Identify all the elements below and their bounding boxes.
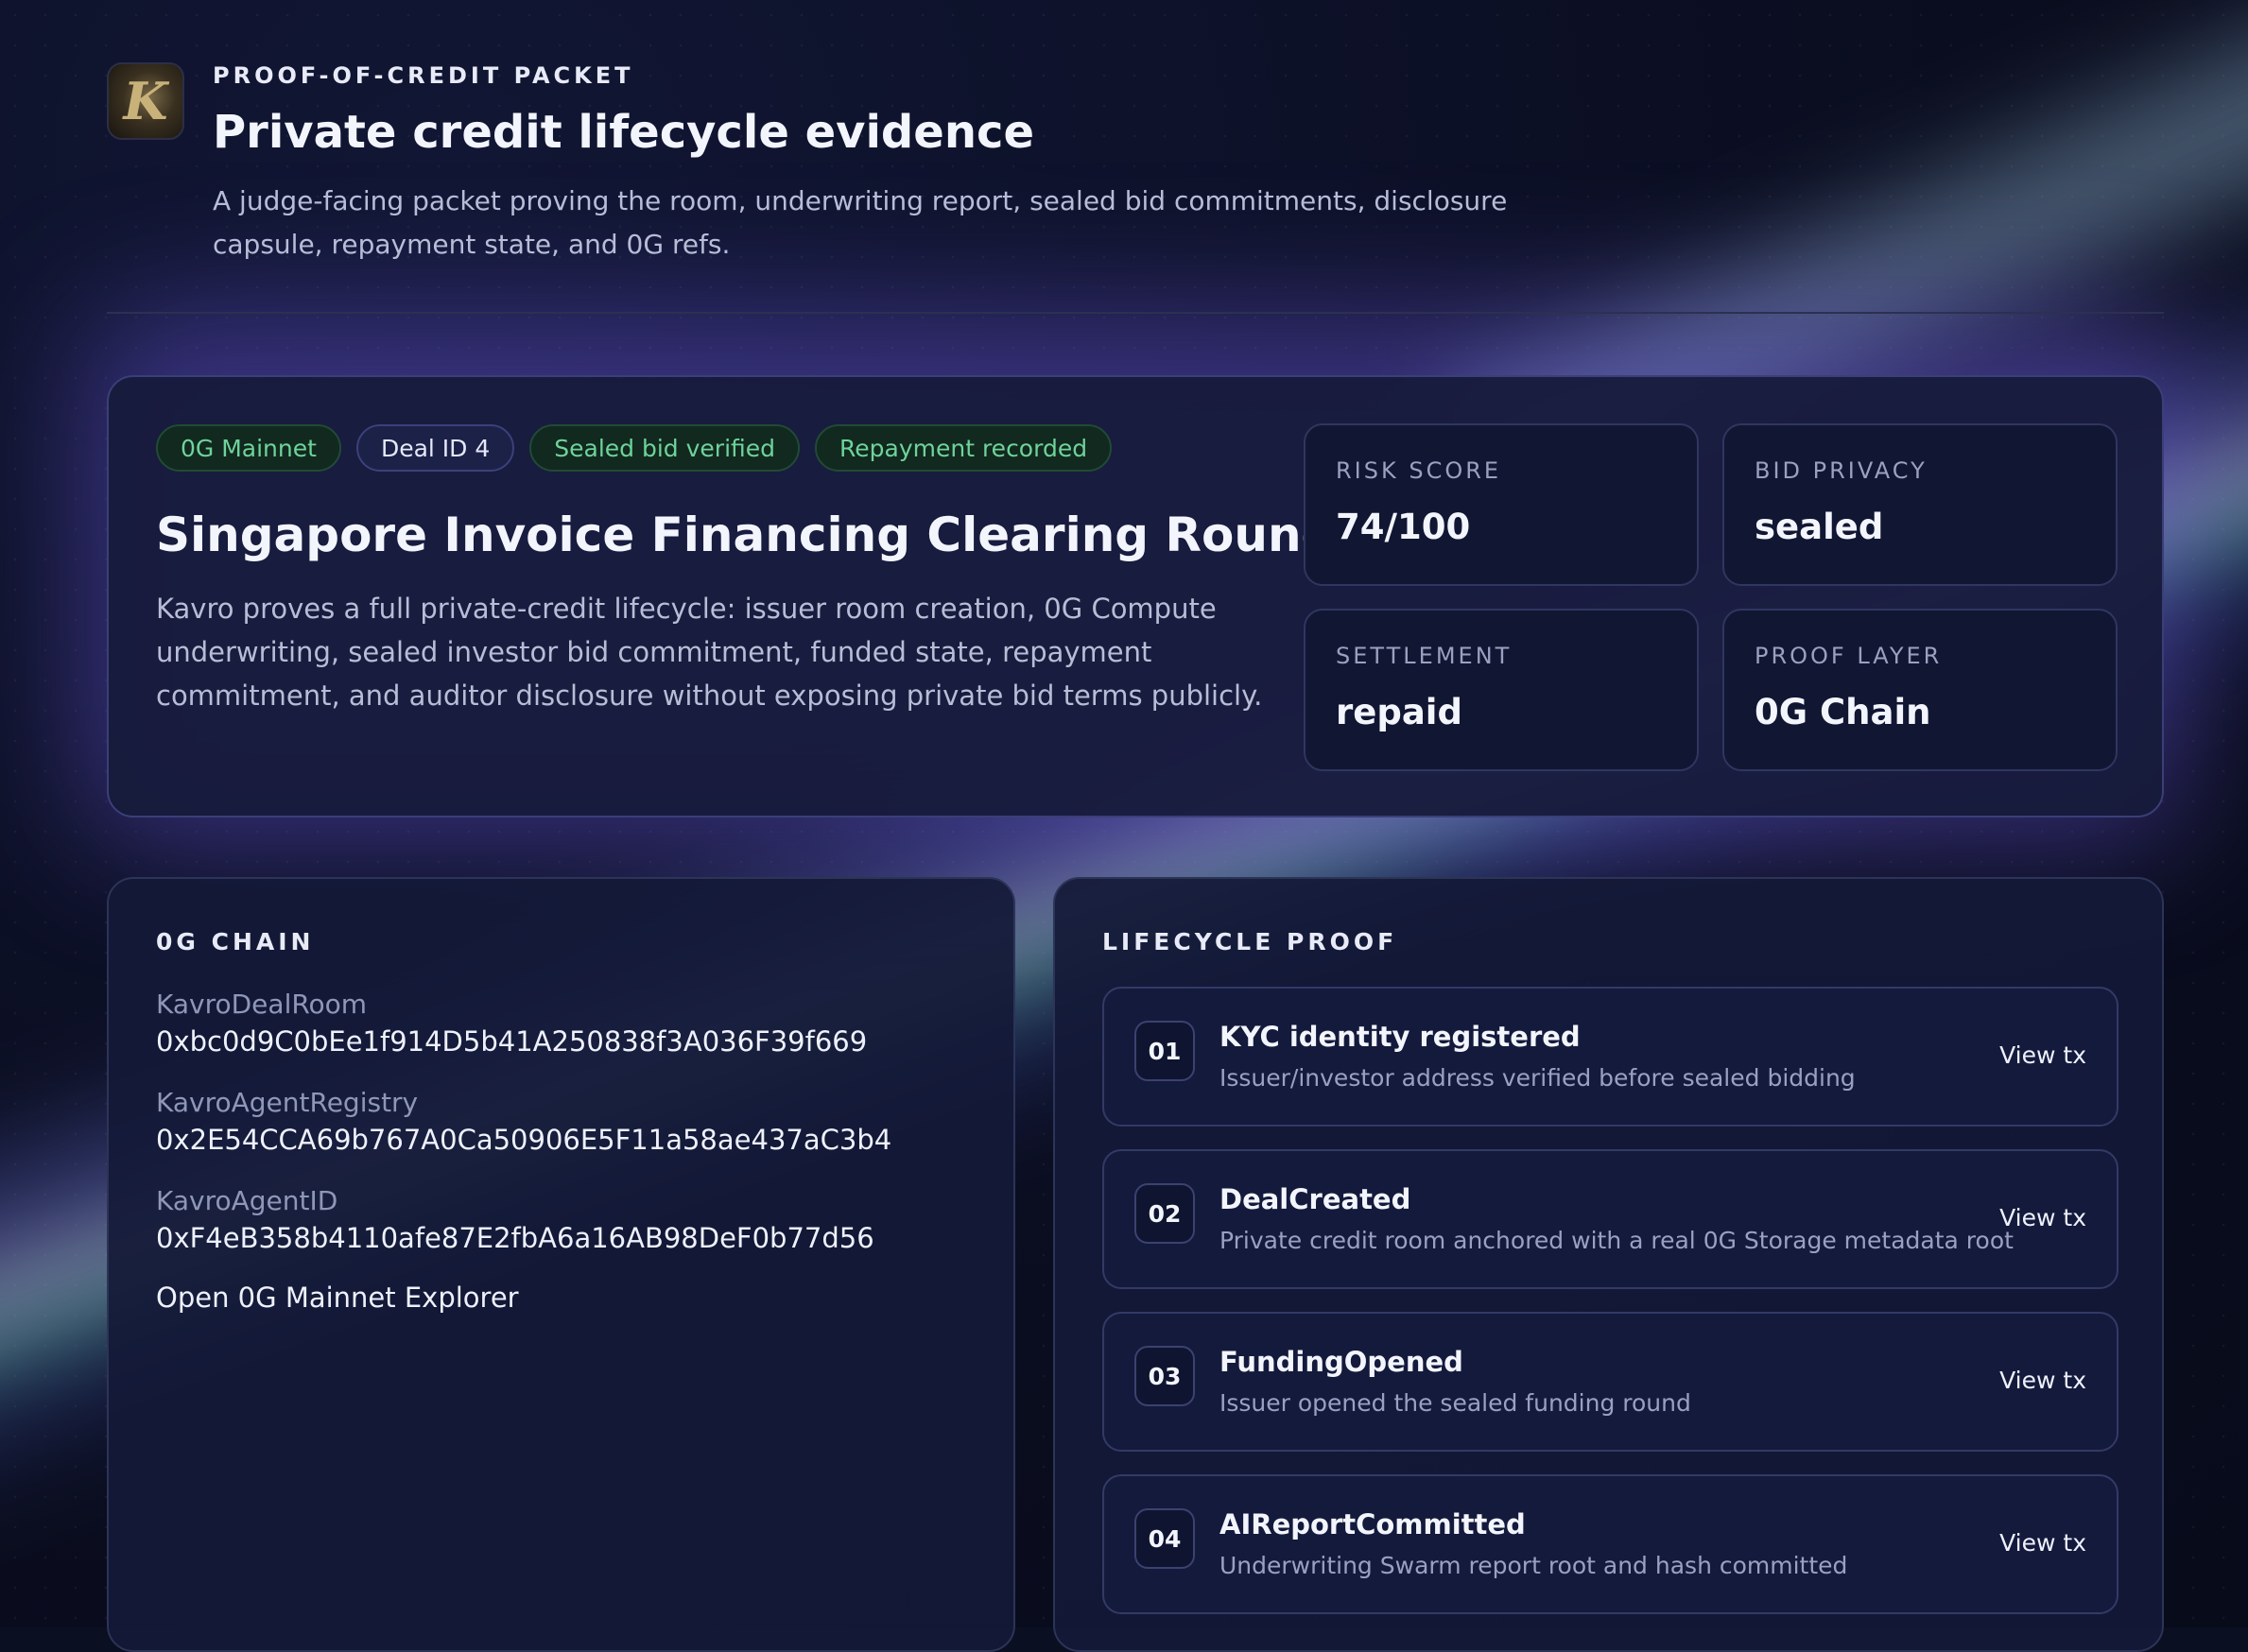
page-title: Private credit lifecycle evidence [213, 106, 1034, 159]
view-tx-link[interactable]: View tx [1999, 1367, 2086, 1394]
chain-section-label: 0G CHAIN [156, 928, 315, 955]
contract-agent-registry: KavroAgentRegistry 0x2E54CCA69b767A0Ca50… [156, 1087, 891, 1156]
view-tx-link[interactable]: View tx [1999, 1529, 2086, 1557]
stat-value: 0G Chain [1755, 692, 1931, 732]
lifecycle-step: 04 AIReportCommitted Underwriting Swarm … [1102, 1474, 2118, 1614]
contract-name: KavroAgentRegistry [156, 1087, 419, 1118]
stat-proof-layer: PROOF LAYER 0G Chain [1722, 609, 2118, 771]
view-tx-link[interactable]: View tx [1999, 1204, 2086, 1231]
deal-description: Kavro proves a full private-credit lifec… [156, 593, 1263, 712]
contract-address: 0x2E54CCA69b767A0Ca50906E5F11a58ae437aC3… [156, 1124, 892, 1156]
step-number: 04 [1134, 1508, 1195, 1569]
step-number: 01 [1134, 1021, 1195, 1081]
stat-label: RISK SCORE [1336, 457, 1502, 484]
deal-id-badge: Deal ID 4 [355, 424, 515, 472]
step-number: 02 [1134, 1183, 1195, 1244]
stat-value: repaid [1336, 692, 1462, 732]
lifecycle-proof-card: LIFECYCLE PROOF 01 KYC identity register… [1053, 877, 2164, 1652]
contract-name: KavroDealRoom [156, 989, 368, 1020]
chain-contracts-card: 0G CHAIN KavroDealRoom 0xbc0d9C0bEe1f914… [107, 877, 1015, 1652]
stat-label: PROOF LAYER [1755, 643, 1943, 669]
lifecycle-step: 01 KYC identity registered Issuer/invest… [1102, 987, 2118, 1127]
stat-label: SETTLEMENT [1336, 643, 1513, 669]
page-eyebrow: PROOF-OF-CREDIT PACKET [213, 62, 634, 89]
page-subtitle: A judge-facing packet proving the room, … [213, 185, 1508, 260]
stat-value: 74/100 [1336, 507, 1471, 547]
stat-label: BID PRIVACY [1755, 457, 1928, 484]
step-description: Underwriting Swarm report root and hash … [1219, 1552, 1848, 1579]
step-title: FundingOpened [1219, 1346, 1463, 1378]
step-title: DealCreated [1219, 1183, 1411, 1215]
page-header: K PROOF-OF-CREDIT PACKET Private credit … [107, 62, 2164, 314]
deal-title: Singapore Invoice Financing Clearing Rou… [156, 508, 1336, 562]
header-divider [107, 312, 2164, 314]
status-badges: 0G Mainnet Deal ID 4 Sealed bid verified… [156, 424, 1113, 472]
step-title: KYC identity registered [1219, 1021, 1581, 1053]
step-description: Issuer opened the sealed funding round [1219, 1389, 1691, 1417]
sealed-bid-badge: Sealed bid verified [529, 424, 801, 472]
lifecycle-step: 02 DealCreated Private credit room ancho… [1102, 1149, 2118, 1289]
step-description: Issuer/investor address verified before … [1219, 1064, 1856, 1092]
stat-risk-score: RISK SCORE 74/100 [1304, 423, 1699, 586]
repayment-badge: Repayment recorded [815, 424, 1113, 472]
kavro-logo: K [107, 62, 184, 140]
lifecycle-step: 03 FundingOpened Issuer opened the seale… [1102, 1312, 2118, 1452]
contract-address: 0xbc0d9C0bEe1f914D5b41A250838f3A036F39f6… [156, 1025, 868, 1058]
stat-settlement: SETTLEMENT repaid [1304, 609, 1699, 771]
contract-address: 0xF4eB358b4110afe87E2fbA6a16AB98DeF0b77d… [156, 1222, 874, 1254]
contract-agent-id: KavroAgentID 0xF4eB358b4110afe87E2fbA6a1… [156, 1185, 874, 1254]
step-description: Private credit room anchored with a real… [1219, 1227, 2014, 1254]
network-badge: 0G Mainnet [156, 424, 341, 472]
stat-value: sealed [1755, 507, 1884, 547]
contract-deal-room: KavroDealRoom 0xbc0d9C0bEe1f914D5b41A250… [156, 989, 867, 1058]
stat-bid-privacy: BID PRIVACY sealed [1722, 423, 2118, 586]
open-explorer-link[interactable]: Open 0G Mainnet Explorer [156, 1282, 519, 1314]
lifecycle-section-label: LIFECYCLE PROOF [1102, 928, 1398, 955]
deal-summary-card: 0G Mainnet Deal ID 4 Sealed bid verified… [107, 375, 2164, 817]
contract-name: KavroAgentID [156, 1185, 338, 1216]
step-number: 03 [1134, 1346, 1195, 1406]
view-tx-link[interactable]: View tx [1999, 1041, 2086, 1069]
step-title: AIReportCommitted [1219, 1508, 1526, 1540]
